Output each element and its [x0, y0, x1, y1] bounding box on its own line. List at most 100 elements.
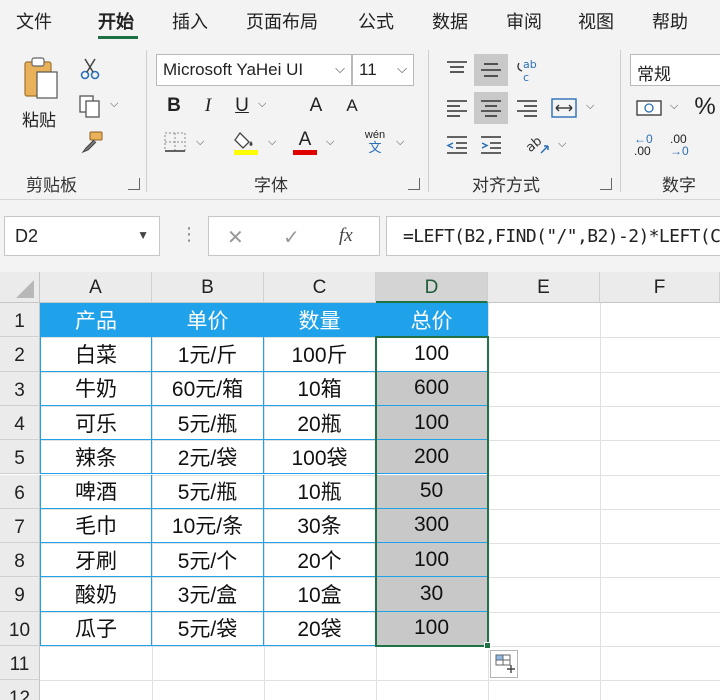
row-header-11[interactable]: 11	[0, 646, 40, 681]
tab-file[interactable]: 文件	[16, 8, 52, 34]
decrease-indent-icon[interactable]	[442, 130, 472, 160]
row-header-3[interactable]: 3	[0, 371, 40, 406]
cell-c3[interactable]: 10箱	[264, 371, 376, 406]
cell-b5[interactable]: 2元/袋	[152, 440, 264, 475]
align-center-icon[interactable]	[474, 92, 508, 124]
align-top-icon[interactable]	[442, 54, 472, 86]
underline-button[interactable]: U	[228, 92, 256, 120]
underline-dropdown-icon[interactable]: ⌵	[258, 98, 266, 111]
font-name-combo[interactable]: Microsoft YaHei UI ⌵	[156, 54, 352, 86]
merge-dropdown-icon[interactable]: ⌵	[586, 100, 594, 113]
column-header-e[interactable]: E	[488, 272, 600, 303]
column-header-b[interactable]: B	[152, 272, 264, 303]
fill-color-icon[interactable]	[230, 128, 262, 156]
wrap-text-icon[interactable]: ab c	[512, 54, 544, 86]
cancel-icon[interactable]: ✕	[227, 225, 244, 250]
decrease-decimal-button[interactable]: .00 →0	[670, 130, 700, 160]
paste-icon[interactable]	[18, 54, 64, 106]
cell-c4[interactable]: 20瓶	[264, 405, 376, 441]
more-options-icon[interactable]: ⋮	[180, 224, 198, 245]
align-left-icon[interactable]	[442, 92, 472, 124]
cell-a3[interactable]: 牛奶	[40, 371, 152, 406]
chevron-down-icon[interactable]: ⌵	[335, 61, 345, 77]
accounting-dropdown-icon[interactable]: ⌵	[670, 100, 678, 113]
merge-center-icon[interactable]	[548, 92, 580, 124]
cell-d5[interactable]: 200	[376, 440, 488, 475]
cell-b9[interactable]: 3元/盒	[152, 577, 264, 612]
row-header-2[interactable]: 2	[0, 337, 40, 372]
font-size-combo[interactable]: 11 ⌵	[352, 54, 414, 86]
copy-icon[interactable]	[76, 92, 104, 120]
cell-c6[interactable]: 10瓶	[264, 474, 376, 509]
cell-c1[interactable]: 数量	[264, 303, 376, 338]
quick-analysis-icon[interactable]	[490, 650, 518, 678]
tab-home[interactable]: 开始	[98, 8, 134, 34]
formula-input[interactable]: =LEFT(B2,FIND("/",B2)-2)*LEFT(C2	[386, 216, 720, 256]
cell-a6[interactable]: 啤酒	[40, 474, 152, 509]
tab-insert[interactable]: 插入	[172, 8, 208, 34]
tab-formulas[interactable]: 公式	[358, 8, 394, 34]
tab-help[interactable]: 帮助	[652, 8, 688, 34]
row-header-7[interactable]: 7	[0, 508, 40, 544]
percent-button[interactable]: %	[690, 92, 720, 122]
phonetic-dropdown-icon[interactable]: ⌵	[396, 136, 404, 149]
fill-handle[interactable]	[484, 642, 491, 649]
row-header-9[interactable]: 9	[0, 577, 40, 612]
row-header-8[interactable]: 8	[0, 543, 40, 578]
column-header-c[interactable]: C	[264, 272, 376, 303]
row-header-1[interactable]: 1	[0, 303, 40, 338]
cell-d10[interactable]: 100	[376, 611, 488, 646]
cell-c9[interactable]: 10盒	[264, 577, 376, 612]
cell-a2[interactable]: 白菜	[40, 337, 152, 372]
font-color-button[interactable]: A	[290, 128, 320, 156]
chevron-down-icon[interactable]: ▼	[137, 228, 149, 242]
cell-b4[interactable]: 5元/瓶	[152, 405, 264, 441]
select-all-corner[interactable]	[0, 272, 40, 303]
font-launcher-icon[interactable]	[408, 178, 420, 190]
cell-c8[interactable]: 20个	[264, 543, 376, 578]
copy-dropdown-icon[interactable]: ⌵	[110, 98, 118, 111]
worksheet-grid[interactable]: A B C D E F 1 2 3 4 5 6 7 8 9 10 11 12 产品 单价 数量 总价 白菜 1元…	[0, 272, 720, 700]
cell-a10[interactable]: 瓜子	[40, 611, 152, 646]
cell-a8[interactable]: 牙刷	[40, 543, 152, 578]
borders-dropdown-icon[interactable]: ⌵	[196, 136, 204, 149]
enter-icon[interactable]: ✓	[283, 225, 300, 250]
font-color-dropdown-icon[interactable]: ⌵	[326, 136, 334, 149]
row-header-4[interactable]: 4	[0, 405, 40, 441]
bold-button[interactable]: B	[160, 92, 188, 120]
column-header-d[interactable]: D	[376, 272, 488, 303]
alignment-launcher-icon[interactable]	[600, 178, 612, 190]
cut-icon[interactable]	[78, 56, 102, 82]
borders-icon[interactable]	[160, 128, 190, 156]
number-format-combo[interactable]: 常规	[630, 54, 720, 86]
cell-a4[interactable]: 可乐	[40, 405, 152, 441]
cell-d7[interactable]: 300	[376, 508, 488, 544]
cell-c5[interactable]: 100袋	[264, 440, 376, 475]
tab-view[interactable]: 视图	[578, 8, 614, 34]
insert-function-icon[interactable]: fx	[339, 225, 353, 247]
cell-a5[interactable]: 辣条	[40, 440, 152, 475]
cell-d4[interactable]: 100	[376, 405, 488, 441]
format-painter-icon[interactable]	[78, 128, 106, 156]
tab-review[interactable]: 审阅	[506, 8, 542, 34]
decrease-font-size-button[interactable]: A	[338, 92, 366, 120]
align-middle-icon[interactable]	[474, 54, 508, 86]
row-header-10[interactable]: 10	[0, 611, 40, 646]
tab-page-layout[interactable]: 页面布局	[246, 8, 318, 34]
cell-b8[interactable]: 5元/个	[152, 543, 264, 578]
cell-c7[interactable]: 30条	[264, 508, 376, 544]
cell-b6[interactable]: 5元/瓶	[152, 474, 264, 509]
phonetic-button[interactable]: wén 文	[358, 126, 392, 158]
cell-c2[interactable]: 100斤	[264, 337, 376, 372]
cell-b7[interactable]: 10元/条	[152, 508, 264, 544]
clipboard-launcher-icon[interactable]	[128, 178, 140, 190]
paste-label[interactable]: 粘贴	[22, 106, 56, 131]
name-box[interactable]: D2 ▼	[4, 216, 160, 256]
row-header-6[interactable]: 6	[0, 474, 40, 509]
cell-a9[interactable]: 酸奶	[40, 577, 152, 612]
cell-b10[interactable]: 5元/袋	[152, 611, 264, 646]
align-right-icon[interactable]	[512, 92, 542, 124]
cell-a7[interactable]: 毛巾	[40, 508, 152, 544]
cell-a1[interactable]: 产品	[40, 303, 152, 338]
cell-d1[interactable]: 总价	[376, 303, 488, 338]
